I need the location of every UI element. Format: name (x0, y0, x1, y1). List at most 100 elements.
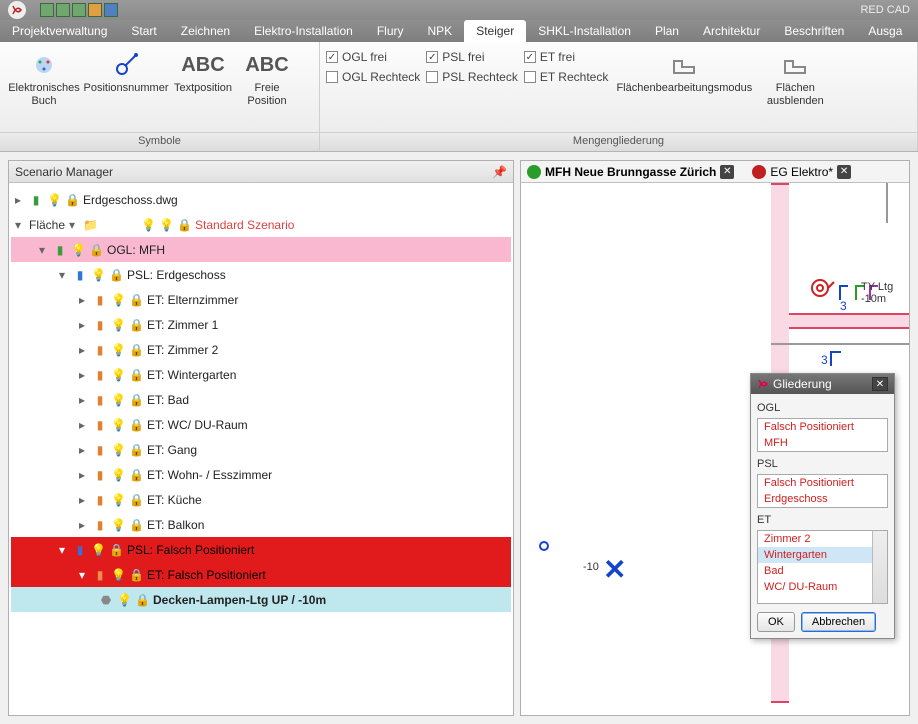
tree-row-et[interactable]: ▸▮💡🔒ET: Elternzimmer (11, 287, 511, 312)
expand-icon[interactable]: ▸ (79, 443, 89, 457)
tree-row-et[interactable]: ▸▮💡🔒ET: Küche (11, 487, 511, 512)
tree-row-et[interactable]: ▸▮💡🔒ET: Zimmer 2 (11, 337, 511, 362)
tab-eg-elektro[interactable]: EG Elektro* ✕ (752, 165, 851, 179)
tree-row-item[interactable]: ⬣ 💡 🔒 Decken-Lampen-Ltg UP / -10m (11, 587, 511, 612)
menu-elektro-installation[interactable]: Elektro-Installation (242, 20, 365, 42)
expand-icon[interactable]: ▸ (79, 293, 89, 307)
expand-icon[interactable]: ▸ (79, 518, 89, 532)
list-item[interactable]: Falsch Positioniert (758, 475, 887, 491)
tree-row-et[interactable]: ▸▮💡🔒ET: Zimmer 1 (11, 312, 511, 337)
expand-icon[interactable]: ▸ (79, 318, 89, 332)
tree-row-et[interactable]: ▸▮💡🔒ET: Wintergarten (11, 362, 511, 387)
menu-shkl-installation[interactable]: SHKL-Installation (526, 20, 643, 42)
menu-projektverwaltung[interactable]: Projektverwaltung (0, 20, 119, 42)
expand-icon[interactable]: ▾ (59, 543, 69, 557)
tree-row-psl-falsch[interactable]: ▾ ▮ 💡 🔒 PSL: Falsch Positioniert (11, 537, 511, 562)
close-icon[interactable]: ✕ (837, 165, 851, 179)
qat-icon[interactable] (56, 3, 70, 17)
list-item[interactable]: Wintergarten (758, 547, 887, 563)
expand-icon[interactable]: ▸ (79, 468, 89, 482)
lock-icon: 🔒 (129, 393, 143, 407)
chk-ogl-frei[interactable]: ✓OGL frei (326, 50, 420, 64)
label-psl: PSL (757, 458, 888, 470)
menu-architektur[interactable]: Architektur (691, 20, 772, 42)
list-item[interactable]: Bad (758, 563, 887, 579)
tree-row-root[interactable]: ▸ ▮ 💡 🔒 Erdgeschoss.dwg (11, 187, 511, 212)
ribbon-btn-ebook[interactable]: Elektronisches Buch (6, 46, 82, 108)
qat-icon[interactable] (88, 3, 102, 17)
expand-icon[interactable]: ▾ (59, 268, 69, 282)
folder-icon: 📁 (83, 218, 97, 232)
cancel-button[interactable]: Abbrechen (801, 612, 876, 632)
list-psl[interactable]: Falsch Positioniert Erdgeschoss (757, 474, 888, 508)
dropdown-icon[interactable]: ▾ (69, 218, 79, 232)
close-icon[interactable]: ✕ (720, 165, 734, 179)
ribbon-btn-freieposition[interactable]: ABC Freie Position (242, 46, 292, 108)
dialog-header[interactable]: Gliederung ✕ (751, 374, 894, 394)
close-icon[interactable]: ✕ (872, 377, 888, 391)
qat-icon[interactable] (72, 3, 86, 17)
scenario-tree[interactable]: ▸ ▮ 💡 🔒 Erdgeschoss.dwg ▾ Fläche ▾ 📁 💡 💡… (9, 183, 513, 715)
tree-row-et[interactable]: ▸▮💡🔒ET: WC/ DU-Raum (11, 412, 511, 437)
menu-ausgabe[interactable]: Ausga (856, 20, 914, 42)
menu-zeichnen[interactable]: Zeichnen (169, 20, 242, 42)
pin-icon[interactable]: 📌 (492, 165, 507, 179)
ribbon-btn-flaechen-ausblenden[interactable]: Flächen ausblenden (760, 46, 830, 108)
tree-row-flaeche[interactable]: ▾ Fläche ▾ 📁 💡 💡 🔒 Standard Szenario (11, 212, 511, 237)
list-item[interactable]: WC/ DU-Raum (758, 579, 887, 595)
checkbox-icon (326, 71, 338, 83)
collapse-icon[interactable]: ▸ (15, 193, 25, 207)
chk-psl-frei[interactable]: ✓PSL frei (426, 50, 518, 64)
ok-button[interactable]: OK (757, 612, 795, 632)
expand-icon[interactable]: ▸ (79, 368, 89, 382)
list-item[interactable]: Falsch Positioniert (758, 419, 887, 435)
menu-steiger[interactable]: Steiger (464, 20, 526, 42)
tree-row-et[interactable]: ▸▮💡🔒ET: Bad (11, 387, 511, 412)
tree-label: ET: WC/ DU-Raum (147, 418, 248, 432)
chk-psl-rechteck[interactable]: PSL Rechteck (426, 70, 518, 84)
ribbon-btn-flaechenmodus[interactable]: Flächenbearbeitungsmodus (614, 46, 754, 95)
chk-et-frei[interactable]: ✓ET frei (524, 50, 608, 64)
list-ogl[interactable]: Falsch Positioniert MFH (757, 418, 888, 452)
qat-icon[interactable] (40, 3, 54, 17)
menu-plan[interactable]: Plan (643, 20, 691, 42)
drawing-canvas[interactable]: 3 TY Ltg -10m 3 ✕ -10 Gliederung (521, 183, 909, 715)
lock-icon: 🔒 (109, 543, 123, 557)
bulb-icon: 💡 (111, 368, 125, 382)
list-et[interactable]: Zimmer 2 Wintergarten Bad WC/ DU-Raum (757, 530, 888, 604)
ribbon-btn-positionsnummer[interactable]: Positionsnummer (88, 46, 164, 95)
tree-label: ET: Elternzimmer (147, 293, 238, 307)
chk-et-rechteck[interactable]: ET Rechteck (524, 70, 608, 84)
tree-row-et[interactable]: ▸▮💡🔒ET: Balkon (11, 512, 511, 537)
tree-row-et[interactable]: ▸▮💡🔒ET: Wohn- / Esszimmer (11, 462, 511, 487)
quick-access-toolbar[interactable] (40, 3, 118, 17)
expand-icon[interactable]: ▸ (79, 343, 89, 357)
tree-label: ET: Balkon (147, 518, 204, 532)
list-item[interactable]: MFH (758, 435, 887, 451)
tree-row-psl[interactable]: ▾ ▮ 💡 🔒 PSL: Erdgeschoss (11, 262, 511, 287)
checkbox-checked-icon: ✓ (524, 51, 536, 63)
menu-beschriften[interactable]: Beschriften (772, 20, 856, 42)
ribbon-group-label: Symbole (0, 132, 319, 151)
expand-icon[interactable]: ▾ (79, 568, 89, 582)
tree-row-ogl[interactable]: ▾ ▮ 💡 🔒 OGL: MFH (11, 237, 511, 262)
tree-row-et[interactable]: ▸▮💡🔒ET: Gang (11, 437, 511, 462)
chk-ogl-rechteck[interactable]: OGL Rechteck (326, 70, 420, 84)
expand-icon[interactable]: ▾ (39, 243, 49, 257)
menu-start[interactable]: Start (119, 20, 168, 42)
tab-mfh[interactable]: MFH Neue Brunngasse Zürich ✕ (527, 165, 734, 179)
ribbon-btn-textposition[interactable]: ABC Textposition (170, 46, 236, 95)
panel-title: Scenario Manager (15, 165, 113, 179)
label: PSL frei (442, 50, 484, 64)
expand-icon[interactable]: ▾ (15, 218, 25, 232)
expand-icon[interactable]: ▸ (79, 418, 89, 432)
expand-icon[interactable]: ▸ (79, 393, 89, 407)
menu-flury[interactable]: Flury (365, 20, 416, 42)
expand-icon[interactable]: ▸ (79, 493, 89, 507)
bulb-icon: 💡 (91, 268, 105, 282)
list-item[interactable]: Zimmer 2 (758, 531, 887, 547)
list-item[interactable]: Erdgeschoss (758, 491, 887, 507)
qat-icon[interactable] (104, 3, 118, 17)
menu-npk[interactable]: NPK (416, 20, 465, 42)
tree-row-et-falsch[interactable]: ▾ ▮ 💡 🔒 ET: Falsch Positioniert (11, 562, 511, 587)
